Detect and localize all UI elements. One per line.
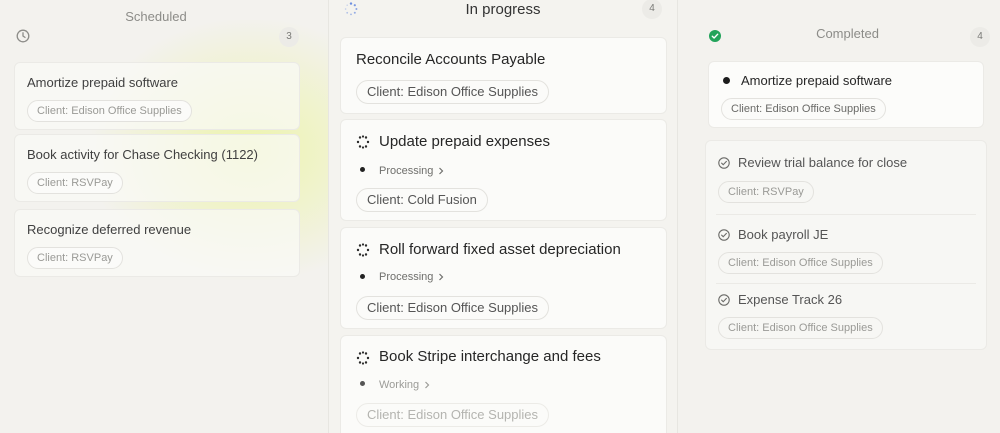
task-title: Book Stripe interchange and fees	[379, 348, 601, 365]
chevron-right-icon	[425, 381, 430, 389]
task-card[interactable]: Amortize prepaid software Client: Edison…	[708, 61, 984, 128]
client-pill[interactable]: Client: Edison Office Supplies	[718, 317, 883, 339]
status-link[interactable]: Working	[379, 379, 431, 391]
row-divider	[716, 283, 976, 284]
check-circle-outline-icon	[718, 157, 730, 169]
status-dot	[360, 167, 365, 172]
client-pill[interactable]: Client: Cold Fusion	[356, 188, 488, 212]
task-title: Expense Track 26	[738, 292, 843, 307]
client-pill[interactable]: Client: Edison Office Supplies	[27, 100, 192, 122]
client-pill[interactable]: Client: RSVPay	[718, 181, 814, 203]
client-pill[interactable]: Client: Edison Office Supplies	[356, 296, 550, 320]
task-card[interactable]: Roll forward fixed asset depreciation Pr…	[340, 227, 667, 329]
task-card[interactable]: Recognize deferred revenue Client: RSVPa…	[14, 209, 300, 277]
status-dot	[360, 381, 365, 386]
check-circle-outline-icon	[718, 229, 730, 241]
task-card[interactable]: Reconcile Accounts Payable Client: Ediso…	[340, 37, 667, 114]
client-pill[interactable]: Client: RSVPay	[27, 247, 123, 269]
bullet-dot	[723, 77, 730, 84]
task-title: Book payroll JE	[738, 227, 829, 242]
client-pill[interactable]: Client: Edison Office Supplies	[721, 98, 886, 120]
in-progress-count-badge: 4	[642, 0, 662, 19]
status-label: Working	[379, 379, 420, 391]
task-card[interactable]: Amortize prepaid software Client: Edison…	[14, 62, 300, 130]
client-pill[interactable]: Client: Edison Office Supplies	[356, 403, 550, 427]
task-title: Update prepaid expenses	[379, 133, 550, 150]
processing-spinner-icon	[356, 135, 370, 149]
processing-spinner-icon	[356, 243, 370, 257]
completed-count-badge: 4	[970, 27, 990, 47]
status-dot	[360, 274, 365, 279]
chevron-right-icon	[439, 167, 444, 175]
status-label: Processing	[379, 271, 434, 283]
completed-column: Completed 4 Amortize prepaid software Cl…	[695, 0, 1000, 433]
scheduled-title: Scheduled	[125, 9, 187, 24]
scheduled-count-badge: 3	[279, 27, 299, 47]
status-label: Processing	[379, 165, 434, 177]
client-pill[interactable]: Client: Edison Office Supplies	[718, 252, 883, 274]
in-progress-column: In progress 4 Reconcile Accounts Payable…	[328, 0, 678, 433]
check-circle-outline-icon	[718, 294, 730, 306]
task-title: Review trial balance for close	[738, 155, 908, 170]
task-card[interactable]: Book Stripe interchange and fees Working…	[340, 335, 667, 433]
task-title: Recognize deferred revenue	[27, 222, 192, 237]
task-card[interactable]: Book activity for Chase Checking (1122) …	[14, 134, 300, 202]
scheduled-header: Scheduled 3	[0, 0, 312, 47]
task-title: Book activity for Chase Checking (1122)	[27, 147, 258, 162]
client-pill[interactable]: Client: RSVPay	[27, 172, 123, 194]
client-pill[interactable]: Client: Edison Office Supplies	[356, 80, 550, 104]
task-title: Roll forward fixed asset depreciation	[379, 241, 621, 258]
completed-title: Completed	[816, 26, 879, 41]
task-title: Reconcile Accounts Payable	[356, 51, 546, 68]
scheduled-column: Scheduled 3 Amortize prepaid software Cl…	[0, 0, 312, 433]
in-progress-header: In progress 4	[329, 0, 677, 40]
status-link[interactable]: Processing	[379, 271, 445, 283]
task-title: Amortize prepaid software	[741, 73, 893, 88]
chevron-right-icon	[439, 273, 444, 281]
status-link[interactable]: Processing	[379, 165, 445, 177]
completed-header: Completed 4	[695, 0, 1000, 47]
in-progress-title: In progress	[465, 1, 541, 18]
completed-list: Review trial balance for close Client: R…	[705, 140, 987, 350]
task-title: Amortize prepaid software	[27, 75, 179, 90]
row-divider	[716, 214, 976, 215]
processing-spinner-icon	[356, 351, 370, 365]
task-card[interactable]: Update prepaid expenses Processing Clien…	[340, 119, 667, 221]
